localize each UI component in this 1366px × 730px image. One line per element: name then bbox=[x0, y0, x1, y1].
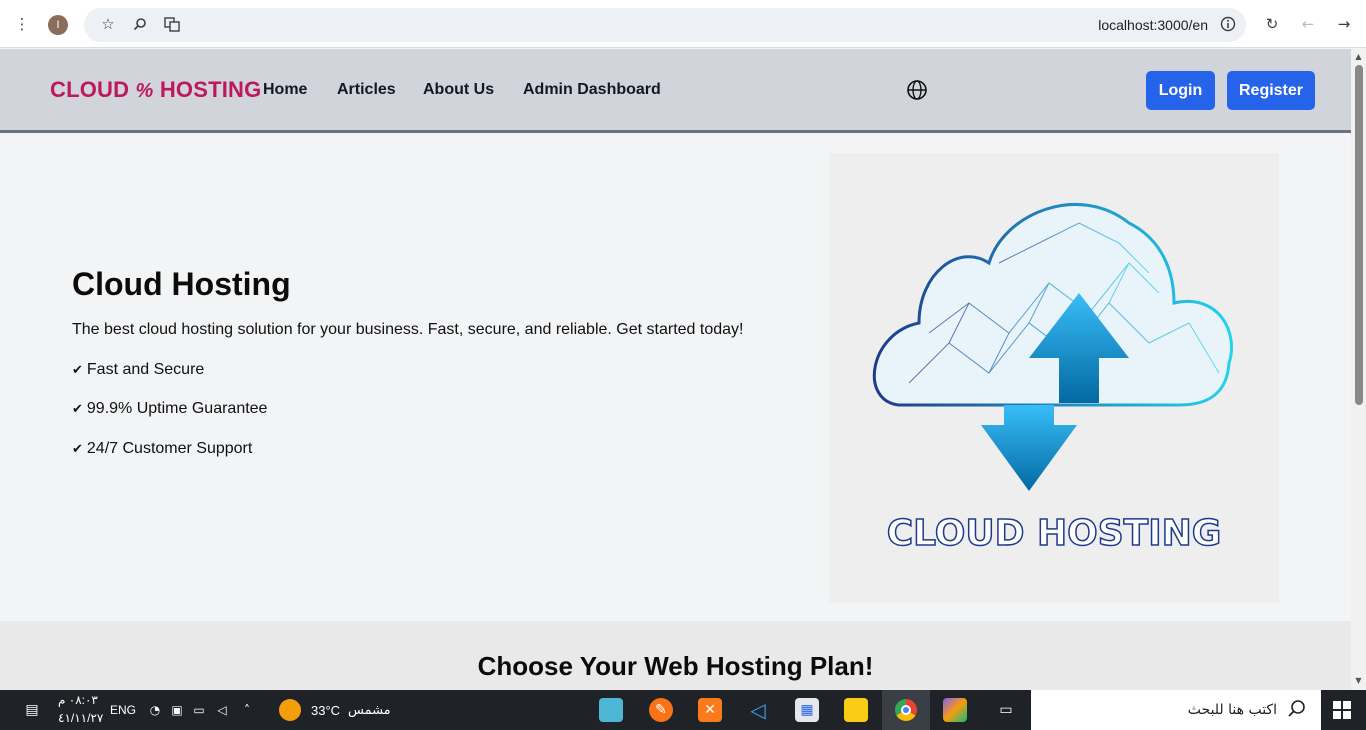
wifi-icon[interactable]: ◔ bbox=[143, 698, 167, 722]
profile-avatar[interactable]: I bbox=[48, 15, 68, 35]
scroll-down-icon[interactable]: ▼ bbox=[1354, 676, 1363, 685]
hero-description: The best cloud hosting solution for your… bbox=[72, 321, 744, 338]
site-logo[interactable]: CLOUD % HOSTING bbox=[50, 77, 261, 103]
site-header: CLOUD % HOSTING Home Articles About Us A… bbox=[0, 49, 1351, 133]
cloud-upload-illustration: CLOUD HOSTING bbox=[872, 202, 1234, 555]
app-icon-store[interactable]: ▦ bbox=[795, 698, 819, 722]
page-scrollbar[interactable]: ▲ ▼ bbox=[1351, 49, 1366, 690]
windows-start-icon[interactable] bbox=[1330, 698, 1354, 722]
app-icon-file-explorer[interactable] bbox=[844, 698, 868, 722]
reload-icon[interactable]: ↻ bbox=[1262, 14, 1282, 34]
app-icon-postman[interactable]: ✎ bbox=[649, 698, 673, 722]
zoom-icon[interactable] bbox=[130, 14, 150, 34]
app-icon-notes[interactable] bbox=[599, 698, 623, 722]
back-icon[interactable]: ← bbox=[1298, 14, 1318, 34]
register-button[interactable]: Register bbox=[1227, 71, 1315, 110]
language-globe-icon[interactable] bbox=[906, 79, 928, 101]
app-icon-chrome[interactable] bbox=[882, 690, 930, 730]
menu-dots-icon[interactable]: ⋮ bbox=[12, 14, 32, 34]
check-icon: ✔ bbox=[72, 402, 83, 417]
battery-icon[interactable]: ▭ bbox=[187, 698, 211, 722]
meet-icon[interactable]: ▣ bbox=[165, 698, 189, 722]
url-text[interactable]: localhost:3000/en bbox=[1098, 17, 1208, 33]
nav-home[interactable]: Home bbox=[263, 81, 307, 99]
notification-icon[interactable]: ▤ bbox=[20, 698, 44, 722]
app-icon-copilot[interactable] bbox=[943, 698, 967, 722]
logo-text-right: HOSTING bbox=[159, 77, 262, 102]
weather-temperature[interactable]: 33°C bbox=[311, 703, 340, 718]
login-button[interactable]: Login bbox=[1146, 71, 1215, 110]
translate-icon[interactable] bbox=[162, 14, 182, 34]
feature-item: ✔ Fast and Secure bbox=[72, 361, 205, 378]
logo-text-left: CLOUD bbox=[50, 77, 130, 102]
image-caption: CLOUD HOSTING bbox=[887, 513, 1222, 554]
show-hidden-icons[interactable]: ˄ bbox=[235, 698, 259, 722]
scroll-up-icon[interactable]: ▲ bbox=[1354, 52, 1363, 61]
check-icon: ✔ bbox=[72, 363, 83, 378]
volume-muted-icon[interactable]: ◁ bbox=[210, 698, 234, 722]
nav-articles[interactable]: Articles bbox=[337, 81, 396, 99]
taskbar-search[interactable]: اكتب هنا للبحث bbox=[1031, 690, 1321, 730]
logo-symbol: % bbox=[135, 80, 154, 102]
app-icon-vscode[interactable]: ◁ bbox=[746, 698, 770, 722]
task-view-icon[interactable]: ▭ bbox=[994, 698, 1018, 722]
plans-heading: Choose Your Web Hosting Plan! bbox=[477, 651, 874, 681]
language-indicator[interactable]: ENG bbox=[110, 703, 136, 717]
hero-title: Cloud Hosting bbox=[72, 266, 291, 302]
feature-item: ✔ 99.9% Uptime Guarantee bbox=[72, 400, 268, 417]
feature-item: ✔ 24/7 Customer Support bbox=[72, 440, 253, 457]
plans-section: Choose Your Web Hosting Plan! bbox=[0, 621, 1351, 690]
forward-icon[interactable]: → bbox=[1334, 14, 1354, 34]
check-icon: ✔ bbox=[72, 442, 83, 457]
clock-time[interactable]: ٠٨:٠٣ م bbox=[58, 693, 98, 707]
weather-sun-icon[interactable] bbox=[279, 699, 301, 721]
bookmark-star-icon[interactable]: ☆ bbox=[98, 14, 118, 34]
nav-admin-dashboard[interactable]: Admin Dashboard bbox=[523, 81, 661, 99]
search-placeholder: اكتب هنا للبحث bbox=[1187, 702, 1277, 718]
search-icon bbox=[1288, 700, 1305, 717]
address-bar[interactable]: ☆ localhost:3000/en bbox=[84, 8, 1246, 42]
windows-taskbar: ▤ ٠٨:٠٣ م ٤١/١١/٢٧ ENG ◔ ▣ ▭ ◁ ˄ 33°C مش… bbox=[0, 690, 1366, 730]
nav-about-us[interactable]: About Us bbox=[423, 81, 494, 99]
scroll-thumb[interactable] bbox=[1355, 65, 1363, 405]
browser-toolbar: ⋮ I ☆ localhost:3000/en ↻ ← → bbox=[0, 0, 1366, 48]
weather-condition[interactable]: مشمس bbox=[348, 703, 391, 718]
app-icon-xampp[interactable]: ✕ bbox=[698, 698, 722, 722]
hero-image: CLOUD HOSTING bbox=[829, 153, 1279, 602]
clock-date[interactable]: ٤١/١١/٢٧ bbox=[58, 711, 103, 725]
site-info-icon[interactable] bbox=[1218, 14, 1238, 34]
